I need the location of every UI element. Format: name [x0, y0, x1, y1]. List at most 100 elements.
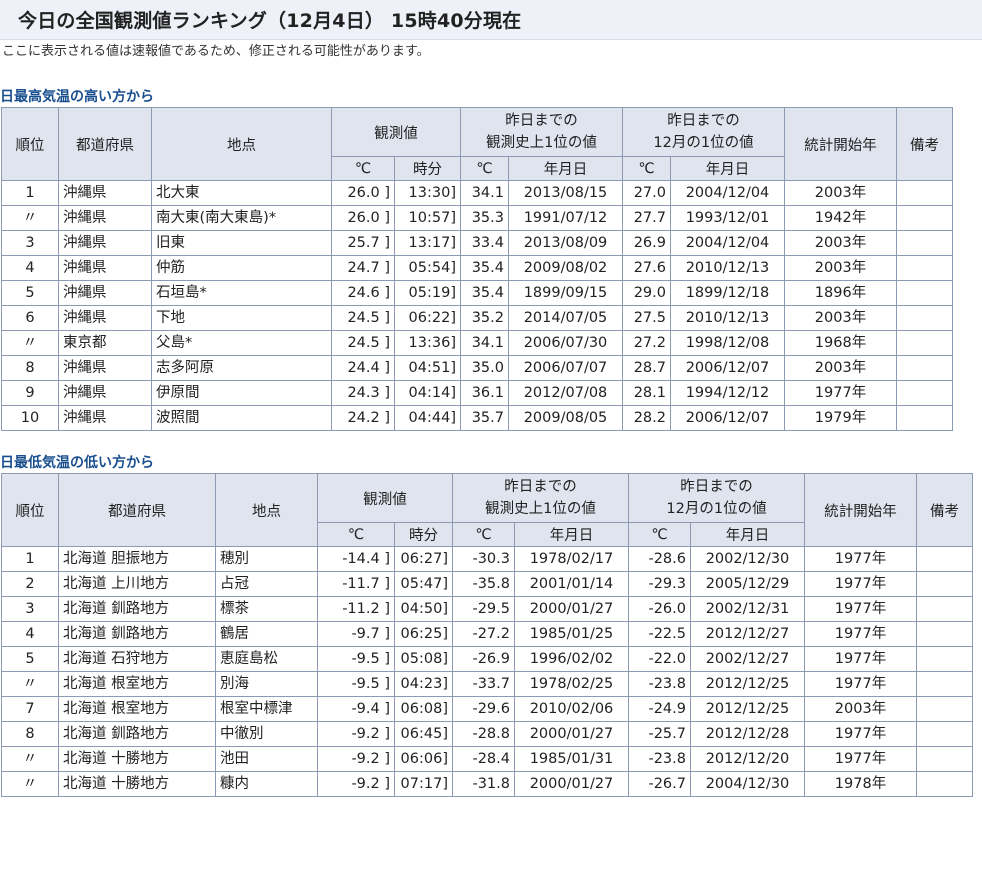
cell-station: 伊原間 [151, 380, 332, 406]
cell-stat-start: 1896年 [784, 280, 897, 306]
table-row: 1 沖縄県 北大東 26.0 ] 13:30] 34.1 2013/08/15 27.0 200… [1, 180, 953, 206]
table-row: 1 北海道 胆振地方 穂別 -14.4 ] 06:27] -30.3 1978/02/17-… [1, 546, 973, 572]
cell-station: 標茶 [215, 596, 318, 622]
cell-record-month-value: -25.7 [628, 721, 691, 747]
table-row: 6 沖縄県 下地 24.5 ] 06:22] 35.2 2014/07/05 27.5 2010… [1, 305, 953, 331]
cell-record-all-value: 35.4 [460, 255, 509, 281]
cell-observed-value: 25.7 ] [331, 230, 395, 256]
cell-record-all-value: 35.0 [460, 355, 509, 381]
table-row: 〃北海道 根室地方 別海 -9.5 ] 04:23] -33.7 1978/02/25 -2… [1, 671, 973, 697]
cell-observed-value: 24.3 ] [331, 380, 395, 406]
cell-prefecture: 北海道 根室地方 [58, 696, 216, 722]
table-row: 2 北海道 上川地方 占冠 -11.7 ] 05:47] -35.8 2001/01/14-… [1, 571, 973, 597]
cell-prefecture: 北海道 上川地方 [58, 571, 216, 597]
cell-note [896, 405, 953, 431]
cell-note [916, 771, 973, 797]
cell-record-all-date: 1996/02/02 [514, 646, 629, 672]
cell-station: 北大東 [151, 180, 332, 206]
table-row: 3 北海道 釧路地方 標茶 -11.2 ] 04:50] -29.5 2000/01/27-… [1, 596, 973, 622]
cell-record-month-value: 27.2 [622, 330, 671, 356]
cell-observed-value: 24.6 ] [331, 280, 395, 306]
cell-rank: 〃 [1, 205, 59, 231]
cell-station: 旧東 [151, 230, 332, 256]
table-row: 5 沖縄県 石垣島* 24.6 ] 05:19] 35.4 1899/09/15 29.0 18… [1, 280, 953, 306]
cell-stat-start: 2003年 [784, 355, 897, 381]
table-row: 8 北海道 釧路地方 中徹別 -9.2 ] 06:45] -28.8 2000/01/27-… [1, 721, 973, 747]
cell-stat-start: 1977年 [804, 546, 917, 572]
header-record-month: 昨日までの 12月の1位の値 [628, 473, 805, 523]
cell-record-month-date: 2006/12/07 [670, 355, 785, 381]
cell-note [896, 205, 953, 231]
cell-record-all-value: -31.8 [452, 771, 515, 797]
cell-record-month-value: 27.7 [622, 205, 671, 231]
low-section-title: 日最低気温の低い方から [0, 455, 154, 471]
cell-prefecture: 沖縄県 [58, 180, 152, 206]
cell-stat-start: 2003年 [804, 696, 917, 722]
cell-station: 石垣島* [151, 280, 332, 306]
cell-record-month-date: 2006/12/07 [670, 405, 785, 431]
cell-stat-start: 1977年 [804, 646, 917, 672]
cell-rank: 1 [1, 546, 59, 572]
cell-station: 根室中標津 [215, 696, 318, 722]
preliminary-notice: ここに表示される値は速報値であるため、修正される可能性があります。 [2, 44, 430, 59]
table-row: 4 沖縄県 仲筋 24.7 ] 05:54] 35.4 2009/08/02 27.6 2010… [1, 255, 953, 281]
cell-observed-time: 04:44] [394, 405, 461, 431]
header-stat-start: 統計開始年 [804, 473, 917, 547]
cell-rank: 〃 [1, 746, 59, 772]
table-row: 〃沖縄県 南大東(南大東島)* 26.0 ] 10:57] 35.3 1991/07/12… [1, 205, 953, 231]
cell-rank: 〃 [1, 330, 59, 356]
cell-station: 鶴居 [215, 621, 318, 647]
header-record-month-celsius: ℃ [628, 522, 691, 547]
cell-observed-time: 06:08] [394, 696, 453, 722]
cell-observed-value: 26.0 ] [331, 180, 395, 206]
cell-observed-time: 05:08] [394, 646, 453, 672]
header-record-month-date: 年月日 [670, 156, 785, 181]
header-record-month-date: 年月日 [690, 522, 805, 547]
cell-note [896, 305, 953, 331]
cell-rank: 4 [1, 621, 59, 647]
cell-rank: 5 [1, 646, 59, 672]
cell-note [916, 671, 973, 697]
cell-record-month-value: 27.6 [622, 255, 671, 281]
cell-record-month-date: 2010/12/13 [670, 255, 785, 281]
cell-prefecture: 沖縄県 [58, 205, 152, 231]
cell-record-all-value: 35.2 [460, 305, 509, 331]
cell-record-all-date: 2009/08/05 [508, 405, 623, 431]
cell-record-all-date: 2006/07/07 [508, 355, 623, 381]
cell-station: 南大東(南大東島)* [151, 205, 332, 231]
cell-stat-start: 1978年 [804, 771, 917, 797]
cell-record-all-value: 36.1 [460, 380, 509, 406]
cell-record-month-date: 2004/12/04 [670, 230, 785, 256]
cell-record-all-date: 2001/01/14 [514, 571, 629, 597]
cell-observed-time: 06:27] [394, 546, 453, 572]
cell-observed-time: 04:51] [394, 355, 461, 381]
cell-observed-value: -11.7 ] [317, 571, 395, 597]
header-record-all-celsius: ℃ [460, 156, 509, 181]
cell-observed-time: 05:19] [394, 280, 461, 306]
cell-record-month-date: 1994/12/12 [670, 380, 785, 406]
cell-record-all-value: 35.4 [460, 280, 509, 306]
cell-station: 別海 [215, 671, 318, 697]
cell-note [916, 546, 973, 572]
cell-prefecture: 沖縄県 [58, 305, 152, 331]
header-station: 地点 [151, 107, 332, 181]
cell-prefecture: 北海道 釧路地方 [58, 721, 216, 747]
cell-record-month-date: 2002/12/27 [690, 646, 805, 672]
cell-note [916, 621, 973, 647]
cell-record-all-date: 2000/01/27 [514, 721, 629, 747]
cell-stat-start: 1977年 [804, 571, 917, 597]
cell-record-month-value: -24.9 [628, 696, 691, 722]
cell-rank: 6 [1, 305, 59, 331]
cell-rank: 2 [1, 571, 59, 597]
table-row: 4 北海道 釧路地方 鶴居 -9.7 ] 06:25] -27.2 1985/01/25 -2… [1, 621, 973, 647]
cell-station: 穂別 [215, 546, 318, 572]
cell-record-month-value: -26.7 [628, 771, 691, 797]
cell-stat-start: 1977年 [804, 746, 917, 772]
table-row: 10 沖縄県 波照間 24.2 ] 04:44] 35.7 2009/08/05 28.2 20… [1, 405, 953, 431]
cell-observed-value: -9.7 ] [317, 621, 395, 647]
cell-record-all-value: -27.2 [452, 621, 515, 647]
cell-note [896, 380, 953, 406]
cell-note [896, 355, 953, 381]
table-row: 5 北海道 石狩地方 恵庭島松 -9.5 ] 05:08] -26.9 1996/02/02… [1, 646, 973, 672]
header-record-all-date: 年月日 [514, 522, 629, 547]
